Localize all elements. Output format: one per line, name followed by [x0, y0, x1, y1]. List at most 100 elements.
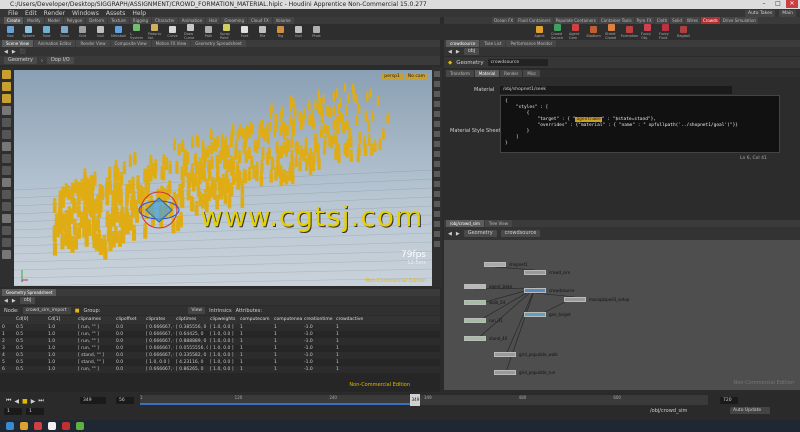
display-option-icon[interactable]	[434, 181, 440, 187]
shelf-tab-cloth[interactable]: Cloth	[654, 17, 670, 24]
tab-take-list[interactable]: Take List	[480, 40, 506, 47]
column-header[interactable]: creationtime	[302, 316, 334, 324]
shelf-tab-ocean-fx[interactable]: Ocean FX	[492, 17, 516, 24]
step-field[interactable]: 56	[116, 397, 134, 404]
node-body[interactable]	[564, 297, 586, 302]
forward-icon[interactable]: ▶	[456, 231, 460, 237]
viewport-tool-icon[interactable]	[2, 118, 11, 127]
network-crumb-context[interactable]: Geometry	[463, 230, 497, 237]
maximize-icon[interactable]: □	[772, 0, 784, 8]
menu-assets[interactable]: Assets	[106, 10, 126, 17]
browser-icon[interactable]	[34, 422, 42, 430]
tool-platonic-sol[interactable]: Platonic Sol.	[148, 24, 161, 40]
column-header[interactable]: clipoffset	[114, 316, 144, 324]
shelf-tab-fluid-containers[interactable]: Fluid Containers	[516, 17, 553, 24]
column-header[interactable]: clipweights	[208, 316, 238, 324]
minimize-icon[interactable]: –	[758, 0, 770, 8]
viewport-tool-icon[interactable]	[2, 190, 11, 199]
node-body[interactable]	[464, 284, 486, 289]
network-node[interactable]: shopnet1	[484, 262, 528, 267]
column-header[interactable]	[0, 316, 14, 324]
column-header[interactable]: cliptimes	[174, 316, 208, 324]
table-row[interactable]: 6 0.5 1.0 [ run, "" ] 0.0 [ 0.666667, 0[ 0.86…	[0, 366, 440, 373]
forward-icon[interactable]: ▶	[12, 298, 16, 304]
shelf-tab-pyro-fx[interactable]: Pyro FX	[634, 17, 654, 24]
back-icon[interactable]: ◀	[4, 49, 8, 55]
shelf-tab-grooming[interactable]: Grooming	[221, 17, 247, 24]
jump-end-icon[interactable]: ⏭	[38, 397, 43, 405]
menu-edit[interactable]: Edit	[25, 10, 37, 17]
subtab-render[interactable]: Render	[500, 70, 523, 77]
tool-metaball[interactable]: Metaball	[111, 26, 126, 38]
network-node[interactable]: grid_populate_walk	[494, 352, 558, 357]
display-option-icon[interactable]	[434, 231, 440, 237]
menu-render[interactable]: Render	[44, 10, 65, 17]
display-option-icon[interactable]	[434, 101, 440, 107]
display-option-icon[interactable]	[434, 151, 440, 157]
tool-grid[interactable]: Grid	[76, 26, 89, 38]
viewport-tool-icon[interactable]	[2, 250, 11, 259]
shelf-tab-deform[interactable]: Deform	[86, 17, 108, 24]
tab-geometry-spreadsheet[interactable]: Geometry Spreadsheet	[2, 289, 57, 296]
network-crumb-node[interactable]: crowdsource	[500, 230, 541, 237]
tab-tree-view[interactable]: Tree View	[484, 220, 513, 227]
tool-agent-cam[interactable]: Agent Cam	[569, 24, 582, 40]
stop-icon[interactable]: ■	[22, 398, 28, 405]
table-row[interactable]: 4 0.5 1.0 [ stand, "" ] 0.0 [ 0.666667, 0[ 0.…	[0, 352, 440, 359]
column-header[interactable]: Cd[1]	[46, 316, 76, 324]
spreadsheet-path[interactable]: obj	[19, 297, 36, 304]
column-header[interactable]: cliprates	[144, 316, 174, 324]
display-option-icon[interactable]	[434, 241, 440, 247]
tab-animation-editor[interactable]: Animation Editor	[33, 40, 76, 47]
start-field[interactable]: 1	[4, 408, 22, 415]
shelf-tab-character[interactable]: Character	[151, 17, 178, 24]
shelf-tab-rigging[interactable]: Rigging	[129, 17, 151, 24]
shelf-tab-hair[interactable]: Hair	[206, 17, 221, 24]
table-row[interactable]: 3 0.5 1.0 [ run, "" ] 0.0 [ 0.666667, 0[ 0.05…	[0, 345, 440, 352]
node-body[interactable]	[464, 336, 486, 341]
shelf-tab-container-tools[interactable]: Container Tools	[598, 17, 634, 24]
tool-font[interactable]: Font	[238, 26, 251, 38]
shelf-tab-polygon[interactable]: Polygon	[63, 17, 86, 24]
display-option-icon[interactable]	[434, 201, 440, 207]
material-field[interactable]: /obj/shopnet1/seek	[500, 86, 732, 94]
intrinsics-toggle[interactable]: Intrinsics	[209, 308, 232, 314]
start-icon[interactable]	[6, 422, 14, 430]
houdini-icon[interactable]	[48, 422, 56, 430]
viewport-tool-icon[interactable]	[2, 106, 11, 115]
lock-icon[interactable]: ■	[75, 308, 80, 314]
table-row[interactable]: 1 0.5 1.0 [ run, "" ] 0.0 [ 0.666667, 0[ 0.64…	[0, 331, 440, 338]
forward-icon[interactable]: ▶	[12, 49, 16, 55]
tab-render-view[interactable]: Render View	[76, 40, 110, 47]
node-body[interactable]	[464, 318, 486, 323]
display-option-icon[interactable]	[434, 71, 440, 77]
viewport-tool-icon[interactable]	[2, 94, 11, 103]
network-editor[interactable]: shopnet1 crowd_sim agent_bake crowdsource mo…	[444, 240, 800, 390]
viewport-tool-icon[interactable]	[2, 70, 11, 79]
display-option-icon[interactable]	[434, 81, 440, 87]
tab-motion-fx-view[interactable]: Motion FX View	[151, 40, 191, 47]
tool-agent[interactable]: Agent	[533, 26, 546, 38]
tool-curve[interactable]: Curve	[166, 26, 179, 38]
auto-takes-button[interactable]: Auto Takes	[745, 9, 776, 17]
node-body[interactable]	[524, 270, 546, 275]
shelf-tab-animation[interactable]: Animation	[178, 17, 206, 24]
spreadsheet-table[interactable]: Cd[0] Cd[1] clipnames clipoffset cliprates cl…	[0, 316, 440, 392]
tool-fuzzy-obj[interactable]: Fuzzy Obj.	[641, 24, 654, 40]
tab-obj-crowd-sim[interactable]: /obj/crowd_sim	[446, 220, 484, 227]
back-icon[interactable]: ◀	[448, 231, 452, 237]
network-node[interactable]: grid_populate_run	[494, 370, 555, 375]
end-frame-field[interactable]: 720	[720, 397, 738, 404]
camera-menu[interactable]: persp1	[381, 73, 403, 80]
viewport-tool-icon[interactable]	[2, 238, 11, 247]
shelf-tab-wires[interactable]: Wires	[684, 17, 700, 24]
tool-sphere[interactable]: Sphere	[22, 26, 35, 38]
shelf-tab-modify[interactable]: Modify	[24, 17, 44, 24]
subtab-material[interactable]: Material	[474, 70, 500, 77]
crumb-node[interactable]: Dop I/O	[46, 57, 74, 64]
network-node[interactable]: mocapbiped3_setup	[564, 297, 629, 302]
tool-torus[interactable]: Torus	[58, 26, 71, 38]
current-frame-field[interactable]: 349	[80, 397, 106, 404]
shelf-tab-drive-simulation[interactable]: Drive Simulation	[720, 17, 758, 24]
node-name-field[interactable]: crowdsource	[487, 59, 548, 66]
